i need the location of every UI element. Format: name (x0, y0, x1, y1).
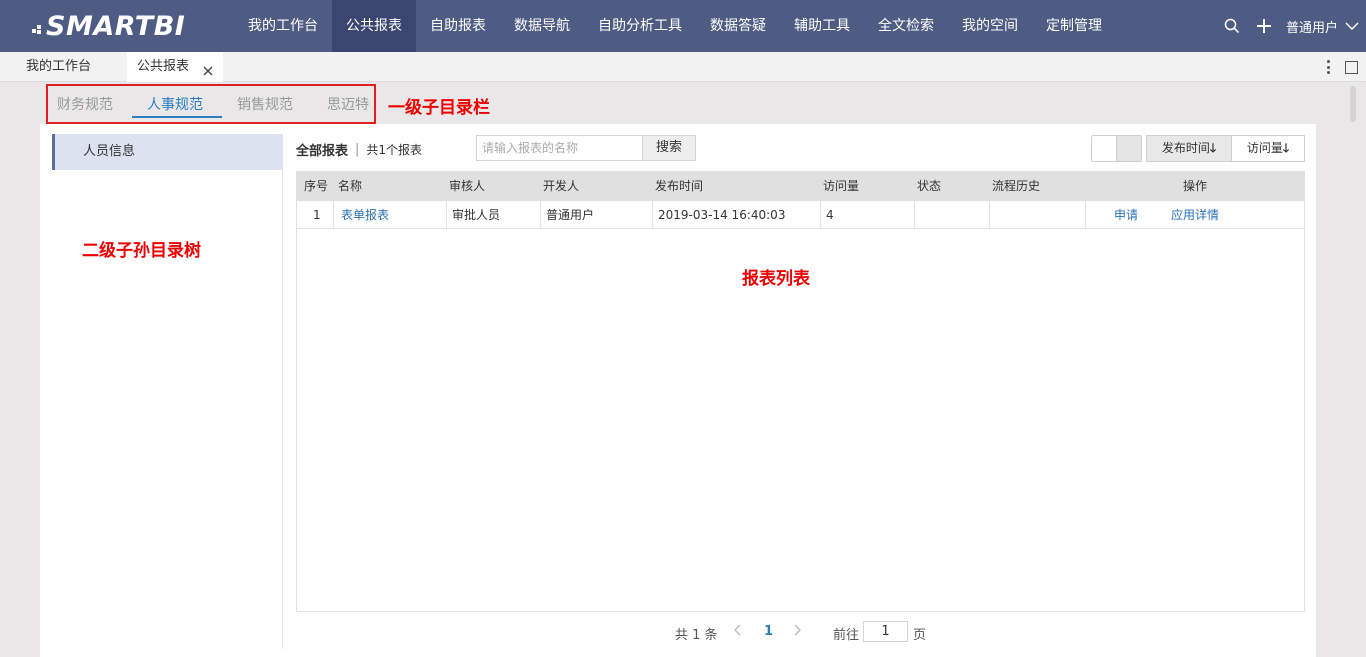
list-separator: | (355, 142, 360, 157)
list-title: 全部报表 (296, 144, 349, 159)
col-header-history: 流程历史 (992, 179, 1041, 193)
nav-item-custom-management[interactable]: 定制管理 (1032, 0, 1116, 52)
col-header-actions: 操作 (1183, 179, 1208, 193)
tab-public-reports[interactable]: 公共报表 (127, 52, 223, 82)
col-header-visits: 访问量 (823, 179, 860, 193)
tab-label: 公共报表 (137, 59, 190, 74)
cell-index: 1 (313, 208, 321, 222)
arrow-down-icon: 🡓 (1282, 141, 1290, 155)
sort-by-publish-time-button[interactable]: 发布时间🡓 (1146, 135, 1232, 162)
col-header-name: 名称 (338, 179, 363, 193)
col-header-publish-time: 发布时间 (655, 179, 704, 193)
table-row[interactable]: 1 表单报表 审批人员 普通用户 2019-03-14 16:40:03 4 申… (297, 201, 1304, 229)
close-icon[interactable] (201, 60, 215, 76)
table-header: 序号 名称 审核人 开发人 发布时间 访问量 状态 流程历史 操作 (297, 172, 1304, 201)
chevron-left-icon[interactable] (733, 624, 743, 640)
nav-item-my-space[interactable]: 我的空间 (948, 0, 1032, 52)
pager-goto-input[interactable] (863, 621, 908, 642)
cell-divider (989, 201, 990, 229)
more-vertical-icon[interactable] (1321, 58, 1335, 76)
nav-item-self-service-reports[interactable]: 自助报表 (416, 0, 500, 52)
annotation-tree: 二级子孙目录树 (82, 241, 201, 261)
nav-item-fulltext-search[interactable]: 全文检索 (864, 0, 948, 52)
search-button[interactable]: 搜索 (642, 135, 696, 161)
nav-item-data-navigation[interactable]: 数据导航 (500, 0, 584, 52)
sort-label: 发布时间 (1161, 141, 1210, 155)
page-tab-bar: 我的工作台 公共报表 (0, 52, 1366, 82)
cell-divider (652, 201, 653, 229)
col-header-developer: 开发人 (543, 179, 580, 193)
directory-tree (52, 134, 283, 649)
chevron-down-icon[interactable] (1342, 16, 1362, 36)
subdir-annotation-outline (46, 84, 376, 124)
nav-item-self-analysis-tools[interactable]: 自助分析工具 (584, 0, 696, 52)
top-right-controls: 普通用户 (1222, 0, 1366, 52)
logo-text: SMARTBI (46, 10, 186, 42)
app-detail-link[interactable]: 应用详情 (1171, 201, 1219, 229)
search-icon[interactable] (1222, 16, 1242, 36)
cell-divider (914, 201, 915, 229)
list-header: 全部报表 | 共1个报表 (296, 140, 422, 159)
nav-item-my-workbench[interactable]: 我的工作台 (234, 0, 332, 52)
user-menu-name[interactable]: 普通用户 (1286, 17, 1338, 36)
col-header-status: 状态 (917, 179, 942, 193)
col-header-reviewer: 审核人 (449, 179, 486, 193)
cell-divider (446, 201, 447, 229)
main-nav: 我的工作台 公共报表 自助报表 数据导航 自助分析工具 数据答疑 辅助工具 全文… (234, 0, 1116, 52)
cell-divider (333, 201, 334, 229)
pager-goto-label: 前往 (833, 628, 860, 643)
cell-developer: 普通用户 (546, 208, 595, 222)
cell-divider (1085, 201, 1086, 229)
report-name-link[interactable]: 表单报表 (341, 201, 389, 229)
pager-total: 共 1 条 (675, 628, 718, 643)
maximize-icon[interactable] (1345, 60, 1358, 74)
list-count: 共1个报表 (366, 143, 423, 157)
sort-by-visits-button[interactable]: 访问量🡓 (1231, 135, 1305, 162)
cell-divider (540, 201, 541, 229)
apply-link[interactable]: 申请 (1114, 201, 1138, 229)
smartbi-logo[interactable]: SMARTBI (32, 9, 185, 43)
cell-publish-time: 2019-03-14 16:40:03 (658, 208, 786, 222)
sort-label: 访问量 (1246, 141, 1283, 155)
tabbar-tools (1321, 58, 1358, 76)
cell-reviewer: 审批人员 (452, 208, 501, 222)
pager-current-page[interactable]: 1 (764, 624, 773, 639)
logo-dots-icon (32, 18, 44, 34)
nav-item-auxiliary-tools[interactable]: 辅助工具 (780, 0, 864, 52)
nav-item-data-qa[interactable]: 数据答疑 (696, 0, 780, 52)
subdir-scrollbar[interactable] (1350, 86, 1356, 122)
tab-my-workbench[interactable]: 我的工作台 (18, 52, 112, 82)
annotation-list: 报表列表 (742, 269, 810, 289)
col-header-index: 序号 (304, 179, 329, 193)
top-nav-bar: SMARTBI 我的工作台 公共报表 自助报表 数据导航 自助分析工具 数据答疑… (0, 0, 1366, 52)
tab-label: 我的工作台 (26, 59, 92, 74)
cell-divider (820, 201, 821, 229)
chevron-right-icon[interactable] (792, 624, 802, 640)
report-table: 序号 名称 审核人 开发人 发布时间 访问量 状态 流程历史 操作 1 表单报表… (296, 171, 1305, 612)
cell-visits: 4 (826, 208, 834, 222)
plus-icon[interactable] (1254, 16, 1274, 36)
annotation-subdir-bar: 一级子目录栏 (388, 98, 490, 118)
arrow-down-icon: 🡓 (1209, 141, 1217, 155)
pager-page-suffix: 页 (913, 628, 927, 643)
tree-item-personnel-info[interactable]: 人员信息 (52, 134, 283, 170)
view-mode-toggle[interactable] (1091, 135, 1142, 162)
report-search-input[interactable] (476, 135, 643, 161)
nav-item-public-reports[interactable]: 公共报表 (332, 0, 416, 52)
